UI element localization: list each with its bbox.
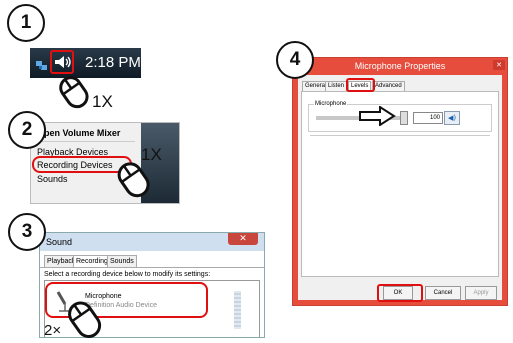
- apply-button[interactable]: Apply: [465, 286, 497, 300]
- volume-value-field[interactable]: 100: [413, 112, 443, 124]
- speaker-icon[interactable]: ◀): [444, 111, 460, 125]
- dialog-title: Microphone Properties: [354, 61, 446, 71]
- menu-divider: [35, 141, 135, 142]
- clock-time: 2:18 PM: [85, 54, 141, 71]
- mouse-click-icon: [59, 76, 89, 109]
- divider: [310, 135, 490, 136]
- close-icon[interactable]: ✕: [493, 60, 505, 70]
- group-label: Microphone: [314, 101, 348, 107]
- arrow-right-icon: [359, 106, 396, 126]
- cancel-button[interactable]: Cancel: [425, 286, 461, 300]
- dialog-body: General Listen Levels Advanced Microphon…: [298, 75, 502, 300]
- levels-page: Microphone 100 ◀): [301, 91, 499, 277]
- step-1-marker: 1: [7, 4, 45, 42]
- click-count-1: 1X: [92, 92, 113, 111]
- levels-tab-highlight: [346, 78, 375, 92]
- microphone-properties-dialog: Microphone Properties ✕ General Listen L…: [292, 57, 508, 306]
- menu-item-sounds[interactable]: Sounds: [37, 174, 68, 184]
- level-meter: [234, 291, 241, 329]
- instruction-text: Select a recording device below to modif…: [44, 271, 211, 278]
- ok-button-highlight: [377, 284, 423, 302]
- volume-slider-thumb[interactable]: [400, 111, 408, 125]
- close-icon[interactable]: ✕: [228, 233, 258, 245]
- dialog-title: Sound: [46, 237, 73, 247]
- menu-item-volume-mixer[interactable]: Open Volume Mixer: [37, 128, 120, 138]
- step-3-marker: 3: [8, 213, 46, 251]
- step-4-marker: 4: [276, 41, 314, 79]
- click-count-3: 2×: [44, 322, 62, 339]
- network-icon: [36, 56, 48, 70]
- speaker-highlight: [50, 50, 74, 74]
- mouse-click-icon: [117, 162, 150, 198]
- mouse-click-icon: [68, 301, 102, 338]
- step-2-marker: 2: [8, 111, 46, 149]
